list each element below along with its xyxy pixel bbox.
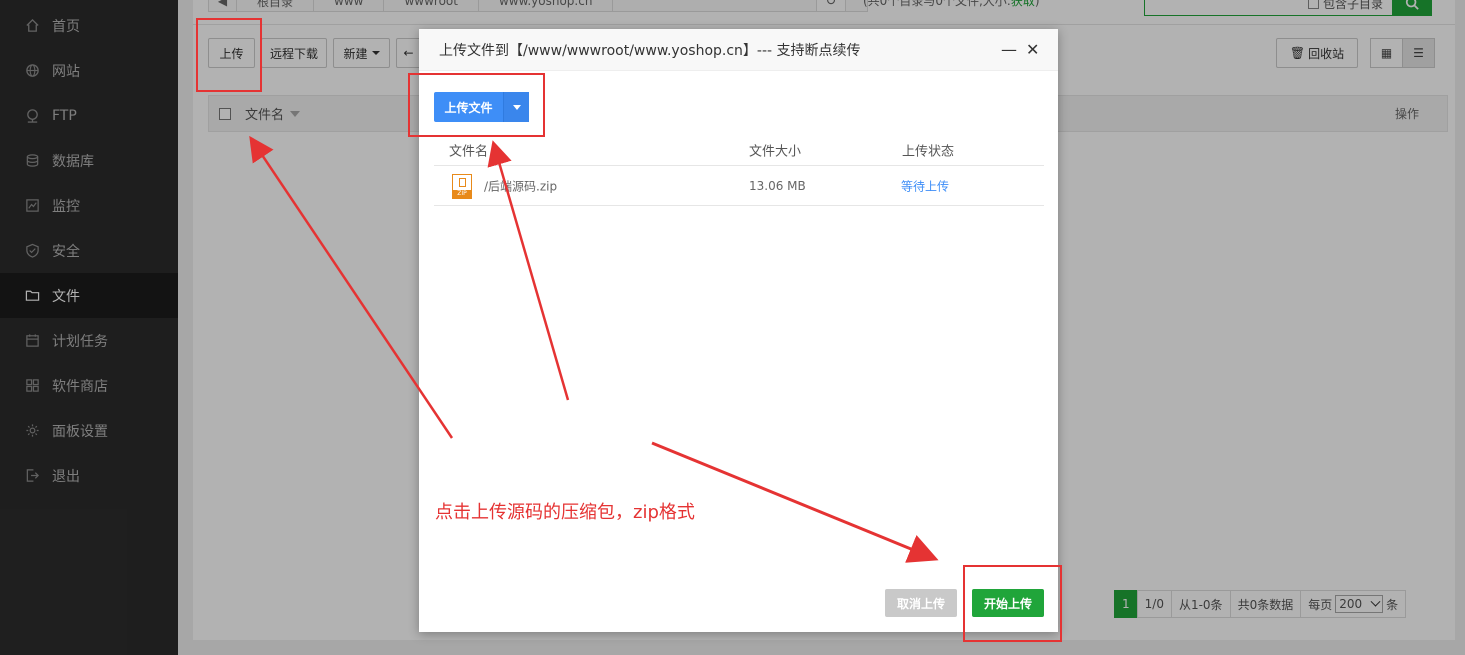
column-status: 上传状态 <box>902 144 955 159</box>
zip-icon-text: ZIP <box>453 190 471 198</box>
highlight-box <box>408 73 545 137</box>
upload-status: 等待上传 <box>901 179 950 193</box>
file-size: 13.06 MB <box>749 178 806 193</box>
file-name: /后端源码.zip <box>484 179 558 193</box>
table-row: ZIP /后端源码.zip 13.06 MB 等待上传 <box>434 166 1044 206</box>
zip-file-icon: ZIP <box>452 174 472 199</box>
dialog-title: 上传文件到【/www/wwwroot/www.yoshop.cn】--- 支持断… <box>439 42 861 59</box>
dialog-header: 上传文件到【/www/wwwroot/www.yoshop.cn】--- 支持断… <box>419 29 1058 71</box>
highlight-box <box>963 565 1062 642</box>
highlight-box <box>196 18 262 92</box>
column-filename: 文件名 <box>449 144 489 159</box>
column-filesize: 文件大小 <box>749 144 802 159</box>
annotation-hint: 点击上传源码的压缩包，zip格式 <box>435 502 695 523</box>
close-icon[interactable]: ✕ <box>1026 41 1039 59</box>
upload-table-header: 文件名 文件大小 上传状态 <box>434 134 1044 166</box>
cancel-upload-button[interactable]: 取消上传 <box>885 589 957 617</box>
minimize-icon[interactable]: — <box>1001 41 1017 59</box>
